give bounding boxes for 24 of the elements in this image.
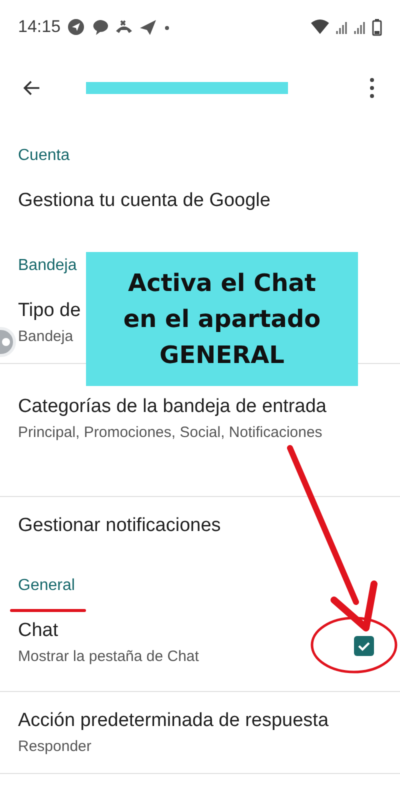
section-header: Cuenta [18,146,70,166]
callout-text: Activa el Chat en el apartado GENERAL [123,268,321,371]
send-icon [66,18,85,36]
battery-icon [372,18,382,36]
setting-title[interactable]: Tipo de [18,298,81,324]
check-icon [357,639,371,653]
setting-title[interactable]: Gestiona tu cuenta de Google [18,188,270,214]
chat-checkbox[interactable] [354,636,374,656]
setting-title[interactable]: Acción predeterminada de respuesta [18,708,329,734]
send-icon [138,18,157,36]
section-header: Bandeja [18,256,77,276]
status-time: 14:15 [18,16,61,38]
wifi-icon [310,18,330,36]
missed-call-icon [114,18,133,36]
setting-title[interactable]: Categorías de la bandeja de entrada [18,394,326,420]
setting-summary: Responder [18,737,92,757]
setting-title[interactable]: Chat [18,618,58,644]
dot-icon [164,26,169,30]
section-header: General [18,576,75,596]
setting-summary: Mostrar la pestaña de Chat [18,647,199,667]
setting-summary: Principal, Promociones, Social, Notificaciones [18,423,322,443]
setting-summary: Bandeja [18,327,74,347]
setting-title[interactable]: Gestionar notificaciones [18,513,221,539]
chat-bubble-icon [90,18,109,36]
